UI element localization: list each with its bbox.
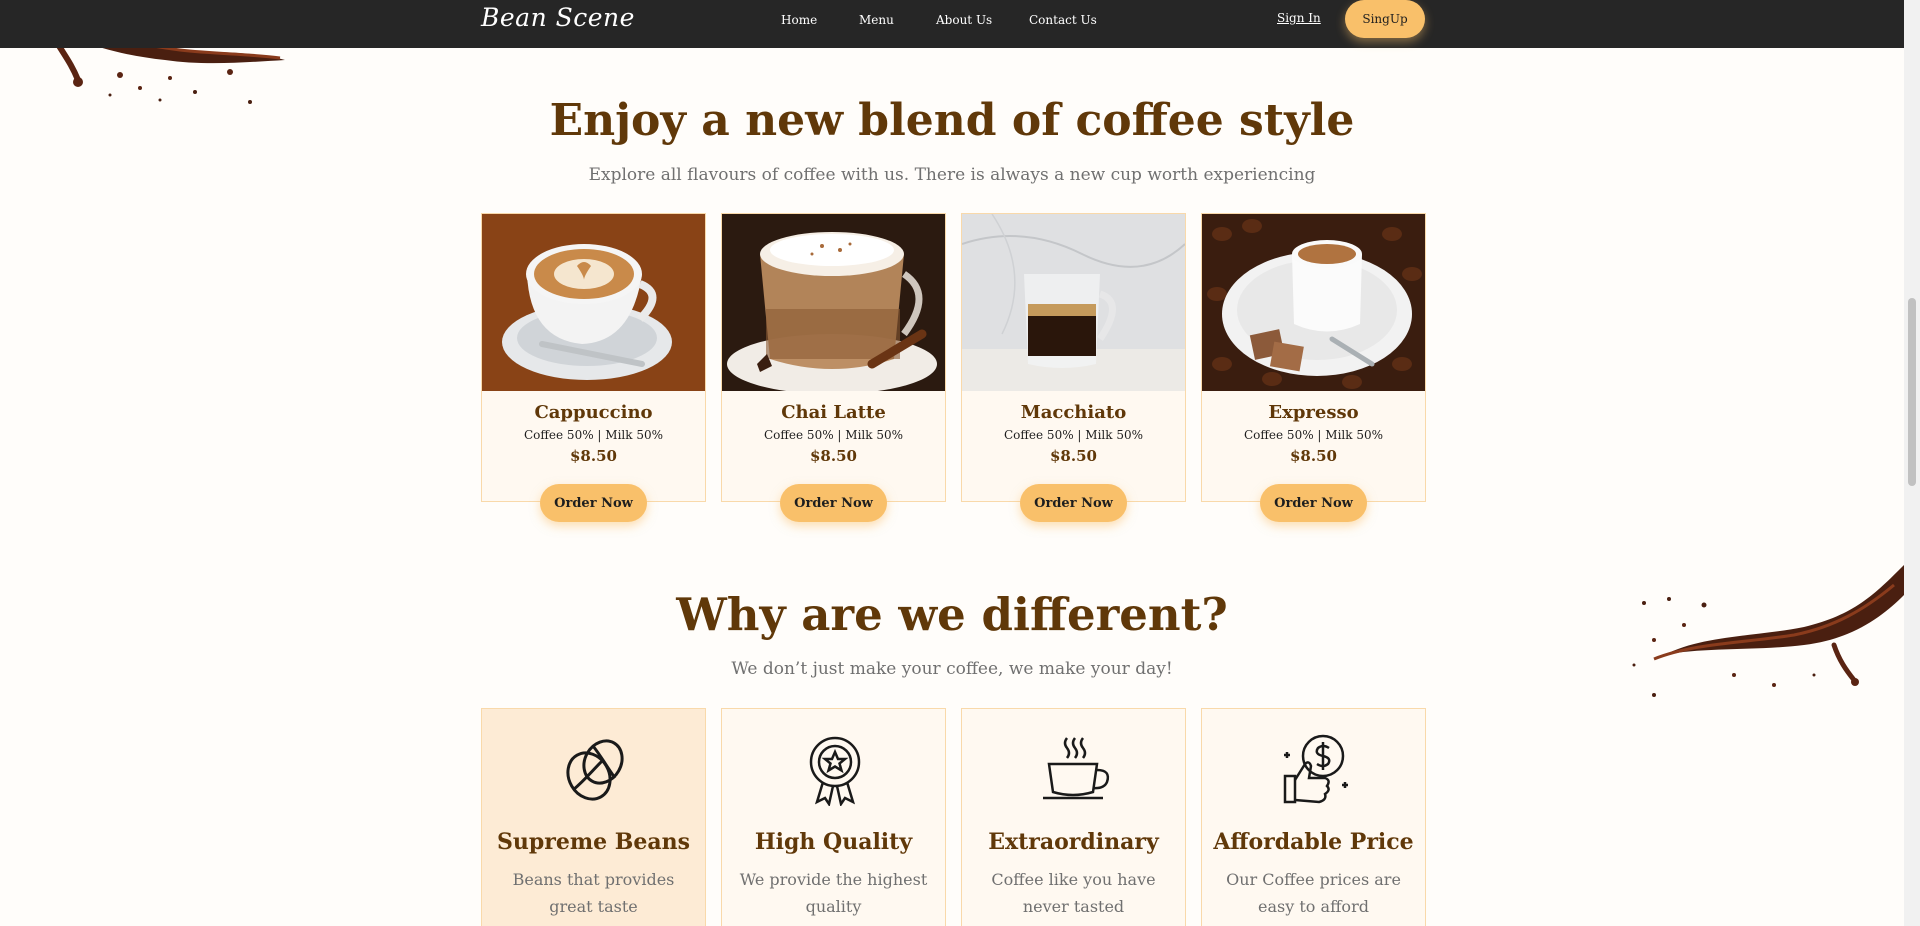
order-now-button[interactable]: Order Now <box>1260 484 1367 522</box>
feature-title: Supreme Beans <box>496 829 690 855</box>
feature-title: Affordable Price <box>1213 829 1414 855</box>
feature-card-affordable-price[interactable]: Affordable Price Our Coffee prices are e… <box>1201 708 1426 926</box>
product-card-chai-latte: Chai Latte Coffee 50% | Milk 50% $8.50 O… <box>721 213 946 522</box>
product-description: Coffee 50% | Milk 50% <box>1243 428 1383 442</box>
order-now-button[interactable]: Order Now <box>540 484 647 522</box>
product-price: $8.50 <box>1050 447 1097 465</box>
product-card-macchiato: Macchiato Coffee 50% | Milk 50% $8.50 Or… <box>961 213 1186 522</box>
product-description: Coffee 50% | Milk 50% <box>523 428 663 442</box>
product-description: Coffee 50% | Milk 50% <box>763 428 903 442</box>
feature-card-supreme-beans[interactable]: Supreme Beans Beans that provides great … <box>481 708 706 926</box>
product-name: Expresso <box>1268 402 1359 423</box>
order-now-button[interactable]: Order Now <box>780 484 887 522</box>
product-price: $8.50 <box>570 447 617 465</box>
feature-card-high-quality[interactable]: High Quality We provide the highest qual… <box>721 708 946 926</box>
feature-title: High Quality <box>754 829 913 855</box>
scrollbar-thumb[interactable] <box>1908 298 1916 486</box>
product-price: $8.50 <box>1290 447 1337 465</box>
navbar: Bean Scene Home Menu About Us Contact Us… <box>0 0 1904 48</box>
product-name: Cappuccino <box>534 402 653 423</box>
nav-link-about-us[interactable]: About Us <box>936 13 992 27</box>
nav-link-menu[interactable]: Menu <box>859 13 894 27</box>
award-badge-icon <box>809 736 861 806</box>
feature-description: Our Coffee prices are easy to afford <box>1226 870 1401 916</box>
product-name: Chai Latte <box>781 402 886 423</box>
product-price: $8.50 <box>810 447 857 465</box>
nav-link-home[interactable]: Home <box>781 13 817 27</box>
sign-up-button[interactable]: SingUp <box>1345 0 1425 38</box>
feature-title: Extraordinary <box>988 829 1159 855</box>
brand-logo[interactable]: Bean Scene <box>481 3 635 32</box>
product-description: Coffee 50% | Milk 50% <box>1003 428 1143 442</box>
order-now-button[interactable]: Order Now <box>1020 484 1127 522</box>
coffee-cup-icon <box>1043 737 1110 800</box>
coffee-bean-icon <box>566 739 624 801</box>
page: Bean Scene Home Menu About Us Contact Us… <box>0 0 1904 926</box>
vertical-scrollbar[interactable] <box>1904 0 1920 926</box>
product-card-cappuccino: Cappuccino Coffee 50% | Milk 50% $8.50 O… <box>481 213 706 522</box>
feature-description: Beans that provides great taste <box>512 870 675 916</box>
products-section-title: Enjoy a new blend of coffee style <box>549 95 1355 146</box>
nav-link-contact-us[interactable]: Contact Us <box>1029 13 1097 27</box>
product-card-expresso: Expresso Coffee 50% | Milk 50% $8.50 Ord… <box>1201 213 1426 522</box>
expresso-image <box>1202 214 1425 391</box>
features-section-title: Why are we different? <box>676 588 1228 641</box>
feature-card-extraordinary[interactable]: Extraordinary Coffee like you have never… <box>961 708 1186 926</box>
chai-latte-image <box>722 214 945 391</box>
products-section-subtitle: Explore all flavours of coffee with us. … <box>588 165 1316 185</box>
feature-description: We provide the highest quality <box>739 870 928 916</box>
cappuccino-image <box>482 214 705 391</box>
thumbs-up-dollar-icon <box>1283 734 1348 804</box>
macchiato-image <box>962 214 1185 391</box>
features-section-subtitle: We don’t just make your coffee, we make … <box>731 659 1173 679</box>
product-name: Macchiato <box>1020 402 1127 423</box>
sign-in-link[interactable]: Sign In <box>1277 11 1321 25</box>
feature-description: Coffee like you have never tasted <box>991 870 1156 916</box>
